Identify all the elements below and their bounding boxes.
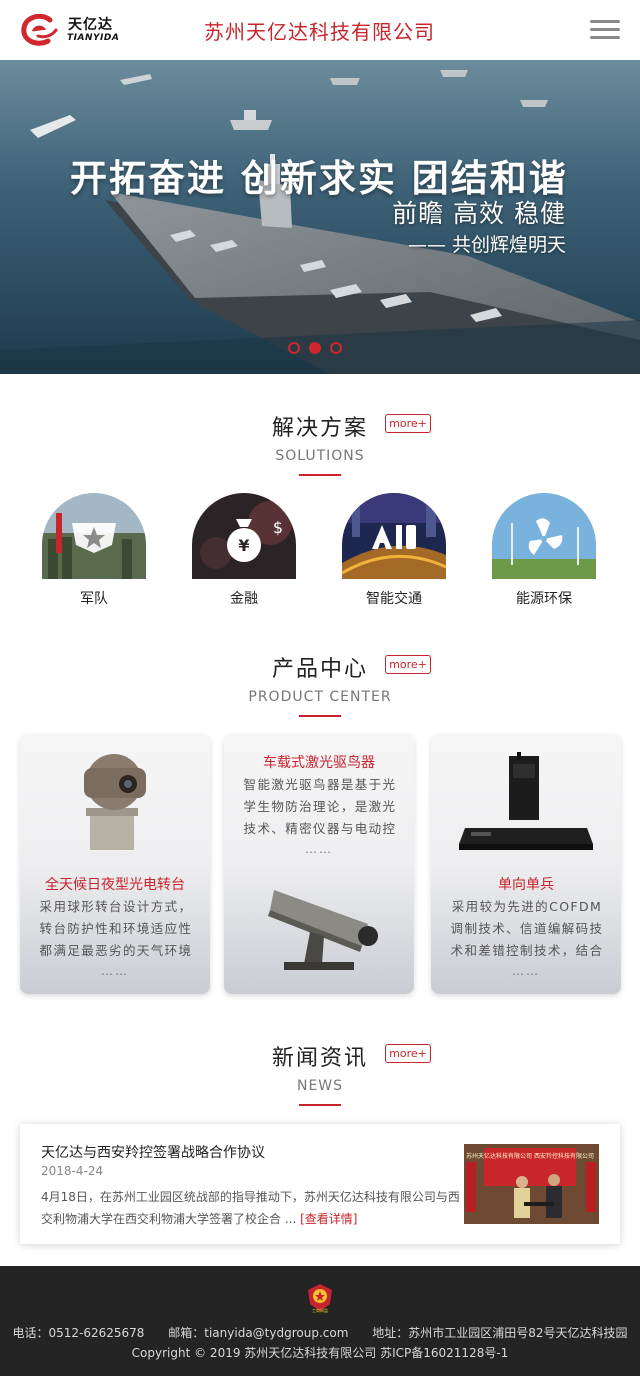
news-detail-link[interactable]: [查看详情]: [300, 1212, 357, 1226]
section-subtitle: PRODUCT CENTER: [248, 689, 392, 705]
hero-banner[interactable]: 开拓奋进 创新求实 团结和谐 前瞻 高效 稳健 —— 共创辉煌明天: [0, 60, 640, 374]
news-image: 苏州天亿达科技有限公司 西安羚控科技有限公司: [464, 1144, 599, 1224]
footer-email[interactable]: 邮箱：tianyida@tydgroup.com: [168, 1326, 348, 1340]
solution-army[interactable]: 军队: [42, 493, 146, 608]
ptz-turret-image: [84, 754, 146, 850]
news-heading: 新闻资讯 NEWS: [0, 1040, 640, 1106]
news-body: 4月18日，在苏州工业园区统战部的指导推动下，苏州天亿达科技有限公司与西交利物浦…: [41, 1190, 460, 1226]
header: 天亿达 TIANYIDA 苏州天亿达科技有限公司: [0, 0, 640, 60]
banner-tagline: —— 共创辉煌明天: [407, 234, 566, 256]
solution-finance[interactable]: ¥ $ 金融: [192, 493, 296, 608]
logo-mark-icon: [21, 14, 58, 46]
section-divider: [299, 1104, 341, 1106]
news-item[interactable]: 天亿达与西安羚控签署战略合作协议 2018-4-24 4月18日，在苏州工业园区…: [20, 1124, 620, 1244]
laser-bird-repeller-image: [268, 890, 378, 970]
company-name: 苏州天亿达科技有限公司: [204, 20, 435, 44]
product-card[interactable]: 全天候日夜型光电转台 采用球形转台设计方式，转台防护性和环境适应性都满足最恶劣的…: [20, 734, 210, 994]
carousel-dot-active[interactable]: [309, 342, 321, 354]
product-description: 智能激光驱鸟器是基于光学生物防治理论，是激光技术、精密仪器与电动控: [243, 777, 397, 836]
svg-text:¥: ¥: [238, 536, 249, 555]
news-more-button[interactable]: more+: [385, 1044, 431, 1063]
carousel-dots: [288, 342, 342, 354]
logo-text-en: TIANYIDA: [67, 33, 120, 43]
section-divider: [299, 474, 341, 476]
news-title[interactable]: 天亿达与西安羚控签署战略合作协议: [41, 1142, 265, 1162]
svg-text:$: $: [273, 518, 283, 537]
banner-subtitle: 前瞻 高效 稳健: [392, 199, 566, 228]
product-name: 全天候日夜型光电转台: [45, 877, 185, 893]
news-image-banner: 苏州天亿达科技有限公司 西安羚控科技有限公司: [466, 1152, 594, 1160]
footer-address: 地址：苏州市工业园区浦田号82号天亿达科技园: [372, 1326, 628, 1340]
solution-energy[interactable]: 能源环保: [492, 493, 596, 608]
section-divider: [299, 715, 341, 717]
footer-contact: 电话：0512-62625678 邮箱：tianyida@tydgroup.co…: [0, 1324, 640, 1341]
finance-image: ¥ $: [192, 493, 296, 579]
news-summary: 4月18日，在苏州工业园区统战部的指导推动下，苏州天亿达科技有限公司与西交利物浦…: [41, 1186, 461, 1230]
section-subtitle: SOLUTIONS: [275, 448, 365, 464]
product-ellipsis: ……: [512, 964, 540, 978]
solutions-heading: 解决方案 SOLUTIONS: [0, 410, 640, 476]
footer-copyright: Copyright © 2019 苏州天亿达科技有限公司 苏ICP备160211…: [131, 1346, 509, 1360]
product-name: 车载式激光驱鸟器: [263, 755, 375, 771]
logo[interactable]: 天亿达 TIANYIDA: [20, 12, 120, 48]
energy-image: [492, 493, 596, 579]
logo-text-cn: 天亿达: [68, 17, 113, 33]
solutions-more-button[interactable]: more+: [385, 414, 431, 433]
hamburger-menu-icon[interactable]: [590, 20, 620, 42]
carousel-dot[interactable]: [330, 342, 342, 354]
product-ellipsis: ……: [305, 842, 333, 856]
section-title: 解决方案: [271, 416, 368, 441]
product-card[interactable]: 车载式激光驱鸟器 智能激光驱鸟器是基于光学生物防治理论，是激光技术、精密仪器与电…: [224, 734, 414, 994]
traffic-image: [342, 493, 446, 579]
solution-label: 能源环保: [516, 591, 572, 607]
product-description: 采用较为先进的COFDM调制技术、信道编解码技术和差错控制技术，结合: [450, 899, 604, 958]
footer-phone: 电话：0512-62625678: [12, 1326, 145, 1340]
police-badge-icon[interactable]: 工商网监: [304, 1282, 336, 1314]
solution-traffic[interactable]: 智能交通: [342, 493, 446, 608]
product-card[interactable]: 单向单兵 采用较为先进的COFDM调制技术、信道编解码技术和差错控制技术，结合 …: [431, 734, 621, 994]
product-description: 采用球形转台设计方式，转台防护性和环境适应性都满足最恶劣的天气环境: [39, 899, 193, 958]
products-heading: 产品中心 PRODUCT CENTER: [0, 651, 640, 717]
products-more-button[interactable]: more+: [385, 655, 431, 674]
carousel-dot[interactable]: [288, 342, 300, 354]
footer: 工商网监 电话：0512-62625678 邮箱：tianyida@tydgro…: [0, 1266, 640, 1376]
product-ellipsis: ……: [101, 964, 129, 978]
badge-text: 工商网监: [312, 1307, 328, 1313]
section-title: 产品中心: [271, 657, 368, 682]
product-name: 单向单兵: [498, 877, 554, 893]
section-subtitle: NEWS: [296, 1078, 344, 1094]
single-soldier-radio-image: [459, 752, 593, 850]
solution-label: 智能交通: [366, 591, 422, 607]
army-image: [42, 493, 146, 579]
solution-label: 金融: [230, 591, 258, 607]
solution-label: 军队: [80, 591, 108, 607]
news-date: 2018-4-24: [41, 1164, 104, 1178]
section-title: 新闻资讯: [271, 1046, 368, 1071]
